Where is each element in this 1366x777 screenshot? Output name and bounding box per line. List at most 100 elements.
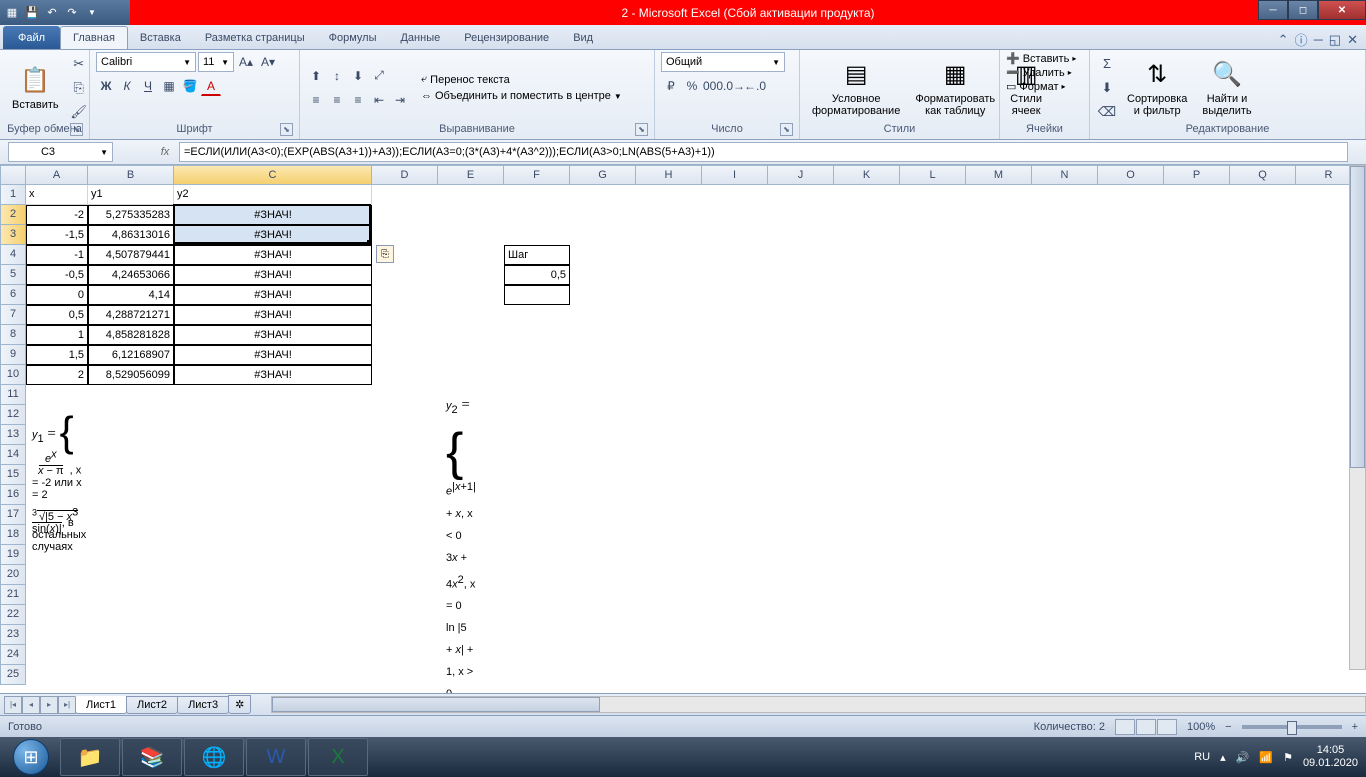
align-left-icon[interactable]: ≡ bbox=[306, 90, 326, 110]
row-header-8[interactable]: 8 bbox=[0, 325, 26, 345]
fx-icon[interactable]: fx bbox=[153, 146, 177, 158]
cell-C2[interactable]: #ЗНАЧ! bbox=[174, 205, 372, 225]
cell-C4[interactable]: #ЗНАЧ! bbox=[174, 245, 372, 265]
cell-F5[interactable]: 0,5 bbox=[504, 265, 570, 285]
name-box-dropdown-icon[interactable]: ▼ bbox=[100, 148, 108, 157]
cell-B10[interactable]: 8,529056099 bbox=[88, 365, 174, 385]
increase-decimal-icon[interactable]: .0→ bbox=[724, 76, 744, 96]
row-header-15[interactable]: 15 bbox=[0, 465, 26, 485]
new-sheet-icon[interactable]: ✲ bbox=[228, 695, 251, 714]
col-header-F[interactable]: F bbox=[504, 165, 570, 185]
row-header-10[interactable]: 10 bbox=[0, 365, 26, 385]
row-header-17[interactable]: 17 bbox=[0, 505, 26, 525]
zoom-out-icon[interactable]: − bbox=[1225, 721, 1231, 733]
help-icon[interactable]: ⓘ bbox=[1295, 30, 1308, 49]
fill-color-icon[interactable]: 🪣 bbox=[180, 76, 200, 96]
tab-view[interactable]: Вид bbox=[561, 26, 605, 49]
row-header-3[interactable]: 3 bbox=[0, 225, 26, 245]
conditional-format-button[interactable]: ▤Условное форматирование bbox=[806, 57, 906, 119]
col-header-E[interactable]: E bbox=[438, 165, 504, 185]
align-middle-icon[interactable]: ↕ bbox=[327, 66, 347, 86]
row-header-4[interactable]: 4 bbox=[0, 245, 26, 265]
maximize-button[interactable]: ◻ bbox=[1288, 0, 1318, 20]
page-layout-view-icon[interactable] bbox=[1136, 719, 1156, 735]
font-name-combo[interactable]: Calibri▼ bbox=[96, 52, 196, 72]
row-header-14[interactable]: 14 bbox=[0, 445, 26, 465]
cell-A2[interactable]: -2 bbox=[26, 205, 88, 225]
sort-filter-button[interactable]: ⇅Сортировка и фильтр bbox=[1121, 57, 1193, 119]
font-color-icon[interactable]: A bbox=[201, 76, 221, 96]
align-dialog-icon[interactable]: ⬊ bbox=[635, 123, 648, 136]
sheet-nav-prev-icon[interactable]: ◂ bbox=[22, 696, 40, 714]
row-header-5[interactable]: 5 bbox=[0, 265, 26, 285]
normal-view-icon[interactable] bbox=[1115, 719, 1135, 735]
cell-C8[interactable]: #ЗНАЧ! bbox=[174, 325, 372, 345]
find-select-button[interactable]: 🔍Найти и выделить bbox=[1196, 57, 1257, 119]
cell-B9[interactable]: 6,12168907 bbox=[88, 345, 174, 365]
cell-C1[interactable]: y2 bbox=[174, 185, 372, 205]
col-header-H[interactable]: H bbox=[636, 165, 702, 185]
qat-dropdown-icon[interactable]: ▼ bbox=[84, 5, 100, 21]
redo-icon[interactable]: ↷ bbox=[64, 5, 80, 21]
cell-B1[interactable]: y1 bbox=[88, 185, 174, 205]
fill-icon[interactable]: ⬇ bbox=[1096, 77, 1118, 99]
row-header-16[interactable]: 16 bbox=[0, 485, 26, 505]
cell-A1[interactable]: x bbox=[26, 185, 88, 205]
cell-A4[interactable]: -1 bbox=[26, 245, 88, 265]
increase-font-icon[interactable]: A▴ bbox=[236, 52, 256, 72]
autofill-options-icon[interactable]: ⎘ bbox=[376, 245, 394, 263]
border-icon[interactable]: ▦ bbox=[159, 76, 179, 96]
zoom-level[interactable]: 100% bbox=[1187, 721, 1215, 733]
cell-A5[interactable]: -0,5 bbox=[26, 265, 88, 285]
align-center-icon[interactable]: ≡ bbox=[327, 90, 347, 110]
cell-B3[interactable]: 4,86313016 bbox=[88, 225, 174, 245]
name-box-input[interactable] bbox=[13, 146, 83, 158]
delete-cells-button[interactable]: ➖Удалить▸ bbox=[1006, 66, 1072, 79]
thousands-icon[interactable]: 000 bbox=[703, 76, 723, 96]
tab-insert[interactable]: Вставка bbox=[128, 26, 193, 49]
worksheet-grid[interactable]: ABCDEFGHIJKLMNOPQR 123456789101112131415… bbox=[0, 165, 1366, 693]
row-header-19[interactable]: 19 bbox=[0, 545, 26, 565]
row-header-11[interactable]: 11 bbox=[0, 385, 26, 405]
cell-B8[interactable]: 4,858281828 bbox=[88, 325, 174, 345]
cell-C5[interactable]: #ЗНАЧ! bbox=[174, 265, 372, 285]
tray-action-center-icon[interactable]: ⚑ bbox=[1283, 751, 1293, 764]
number-dialog-icon[interactable]: ⬊ bbox=[780, 123, 793, 136]
cell-F4[interactable]: Шаг bbox=[504, 245, 570, 265]
save-icon[interactable]: 💾 bbox=[24, 5, 40, 21]
hscroll-thumb[interactable] bbox=[272, 697, 600, 712]
col-header-I[interactable]: I bbox=[702, 165, 768, 185]
col-header-G[interactable]: G bbox=[570, 165, 636, 185]
font-size-combo[interactable]: 11▼ bbox=[198, 52, 234, 72]
cell-B4[interactable]: 4,507879441 bbox=[88, 245, 174, 265]
increase-indent-icon[interactable]: ⇥ bbox=[390, 90, 410, 110]
tab-review[interactable]: Рецензирование bbox=[452, 26, 561, 49]
row-header-23[interactable]: 23 bbox=[0, 625, 26, 645]
cell-C3[interactable]: #ЗНАЧ! bbox=[174, 225, 372, 245]
col-header-B[interactable]: B bbox=[88, 165, 174, 185]
paste-button[interactable]: 📋 Вставить bbox=[6, 63, 65, 113]
col-header-K[interactable]: K bbox=[834, 165, 900, 185]
task-explorer[interactable]: 📁 bbox=[60, 738, 120, 776]
window-close-icon[interactable]: ✕ bbox=[1347, 32, 1358, 48]
cell-C7[interactable]: #ЗНАЧ! bbox=[174, 305, 372, 325]
tray-show-hidden-icon[interactable]: ▴ bbox=[1220, 751, 1226, 764]
formula-bar[interactable] bbox=[179, 142, 1348, 162]
tray-network-icon[interactable]: 📶 bbox=[1259, 751, 1273, 764]
italic-icon[interactable]: К bbox=[117, 76, 137, 96]
copy-icon[interactable]: ⎘ bbox=[68, 77, 90, 99]
page-break-view-icon[interactable] bbox=[1157, 719, 1177, 735]
vertical-scrollbar[interactable] bbox=[1349, 165, 1366, 670]
row-header-7[interactable]: 7 bbox=[0, 305, 26, 325]
minimize-button[interactable]: ─ bbox=[1258, 0, 1288, 20]
formula-input[interactable] bbox=[184, 146, 1343, 158]
sheet-nav-first-icon[interactable]: |◂ bbox=[4, 696, 22, 714]
col-header-C[interactable]: C bbox=[174, 165, 372, 185]
clipboard-dialog-icon[interactable]: ⬊ bbox=[70, 123, 83, 136]
tab-formulas[interactable]: Формулы bbox=[317, 26, 389, 49]
sheet-tab-2[interactable]: Лист2 bbox=[126, 696, 178, 714]
format-as-table-button[interactable]: ▦Форматировать как таблицу bbox=[909, 57, 1001, 119]
insert-cells-button[interactable]: ➕Вставить▸ bbox=[1006, 52, 1076, 65]
row-header-2[interactable]: 2 bbox=[0, 205, 26, 225]
clear-icon[interactable]: ⌫ bbox=[1096, 101, 1118, 123]
